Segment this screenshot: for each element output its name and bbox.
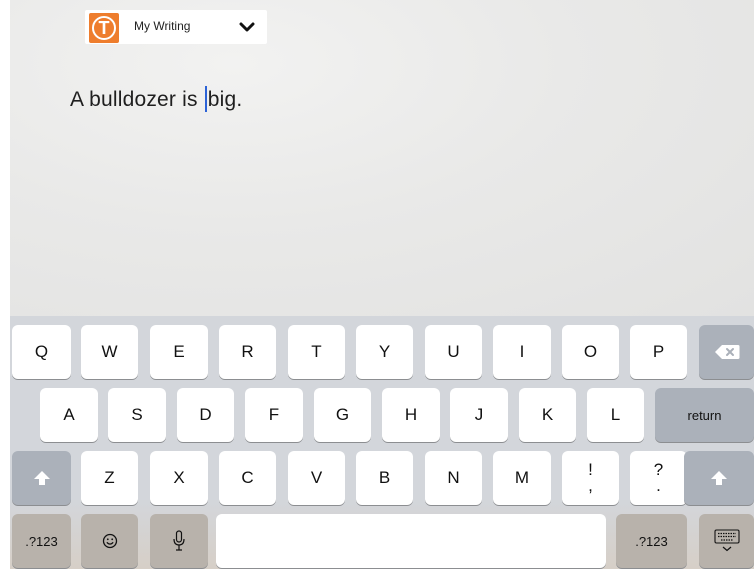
key-i[interactable]: I [493,325,551,379]
key-j[interactable]: J [450,388,508,442]
key-c[interactable]: C [219,451,276,505]
shift-key-left[interactable] [12,451,71,505]
key-r[interactable]: R [219,325,276,379]
key-p[interactable]: P [630,325,687,379]
backspace-icon [714,345,739,359]
text-after-cursor: big. [207,88,243,111]
document-text[interactable]: A bulldozer is big. [70,86,242,112]
app-logo: T [89,13,119,43]
key-l[interactable]: L [587,388,644,442]
key-t[interactable]: T [288,325,345,379]
backspace-key[interactable] [699,325,754,379]
key-o[interactable]: O [562,325,619,379]
key-k[interactable]: K [519,388,576,442]
left-margin [0,0,10,569]
app-header[interactable]: T My Writing [85,10,267,44]
text-cursor [204,86,207,112]
space-bar[interactable] [216,514,606,568]
key-x[interactable]: X [150,451,208,505]
chevron-down-icon[interactable] [239,19,255,35]
key-f[interactable]: F [245,388,303,442]
keyboard-hide-icon [713,529,740,552]
emoji-icon [102,533,117,549]
key-h[interactable]: H [382,388,440,442]
document-title: My Writing [134,19,191,33]
key-w[interactable]: W [81,325,138,379]
key-b[interactable]: B [356,451,413,505]
key-q[interactable]: Q [12,325,71,379]
hide-keyboard-key[interactable] [699,514,754,568]
screen: T My Writing A bulldozer is big. Q W E R… [10,0,754,569]
key-m[interactable]: M [493,451,551,505]
key-v[interactable]: V [288,451,345,505]
onscreen-keyboard: Q W E R T Y U I O P A S D F G H J K L re… [10,316,754,569]
microphone-icon [173,530,185,551]
shift-arrow-icon [33,471,50,485]
key-a[interactable]: A [40,388,98,442]
editor-area[interactable]: T My Writing A bulldozer is big. [10,0,754,316]
shift-arrow-icon [711,471,727,485]
key-s[interactable]: S [108,388,166,442]
return-key[interactable]: return [655,388,754,442]
shift-key-right[interactable] [684,451,754,505]
logo-letter: T [98,18,110,38]
key-y[interactable]: Y [356,325,413,379]
numbers-key-right[interactable]: .?123 [616,514,687,568]
numbers-key-left[interactable]: .?123 [12,514,71,568]
key-d[interactable]: D [177,388,234,442]
text-before-cursor: A bulldozer is [70,88,204,111]
key-z[interactable]: Z [81,451,138,505]
key-e[interactable]: E [150,325,208,379]
dictation-key[interactable] [150,514,208,568]
key-question-period[interactable]: ? . [630,451,687,505]
emoji-key[interactable] [81,514,138,568]
key-bottom-char: . [656,476,661,495]
key-g[interactable]: G [314,388,371,442]
key-n[interactable]: N [425,451,482,505]
key-u[interactable]: U [425,325,482,379]
key-exclamation-comma[interactable]: ! , [562,451,619,505]
key-bottom-char: , [588,476,593,495]
